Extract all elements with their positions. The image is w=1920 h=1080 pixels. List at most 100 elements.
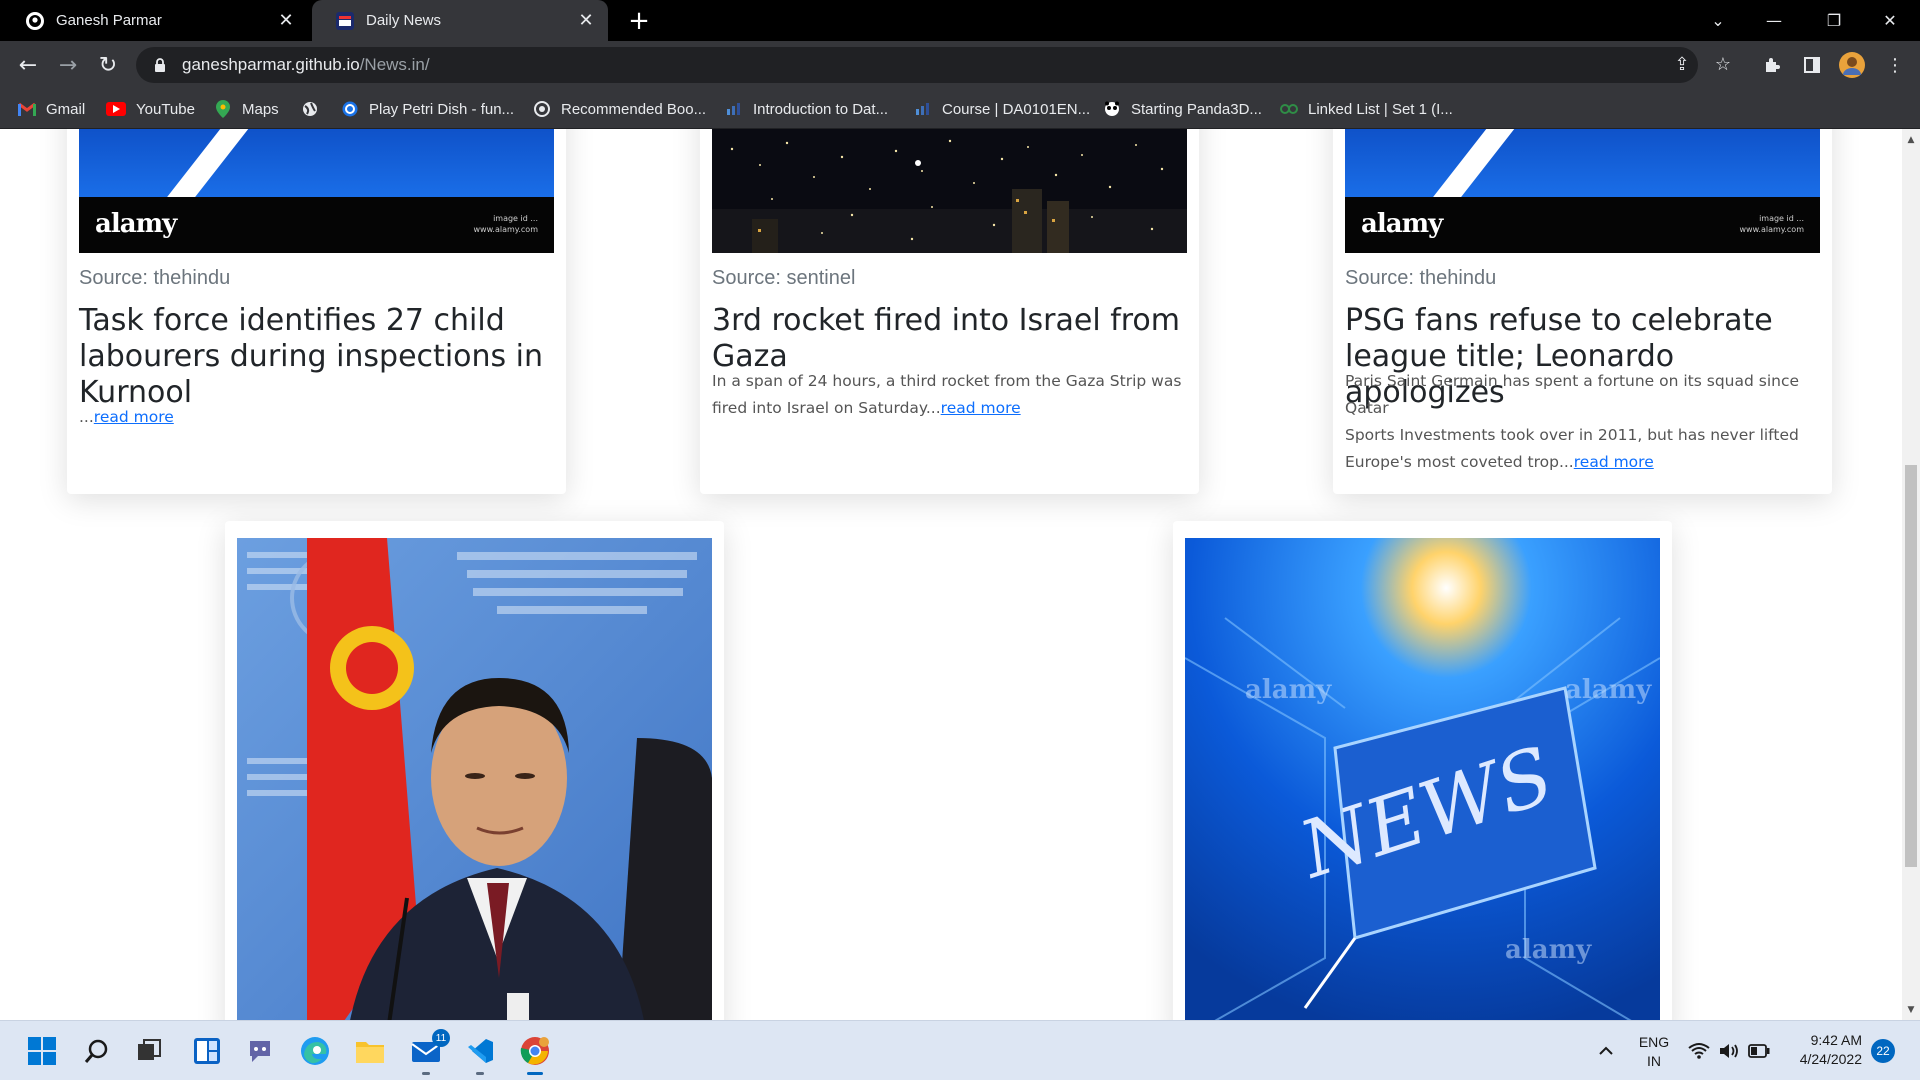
bookmark-maps[interactable]: Maps — [214, 89, 279, 129]
show-hidden-icons-chevron-icon[interactable] — [1592, 1031, 1620, 1071]
press-conference-photo — [237, 538, 712, 1020]
battery-icon[interactable] — [1744, 1031, 1774, 1071]
bookmark-recommended-books[interactable]: Recommended Boo... — [533, 89, 706, 129]
bookmark-linked-list[interactable]: Linked List | Set 1 (I... — [1280, 89, 1453, 129]
search-button[interactable] — [77, 1031, 117, 1071]
article-title[interactable]: 3rd rocket fired into Israel from Gaza — [712, 303, 1192, 375]
bookmark-youtube[interactable]: YouTube — [106, 89, 195, 129]
bookmark-label: Play Petri Dish - fun... — [369, 100, 515, 118]
bookmark-label: Recommended Boo... — [561, 100, 707, 118]
news-graphic: NEWS alamy alamy alamy — [1185, 538, 1660, 1020]
widgets-button[interactable] — [187, 1031, 227, 1071]
edge-button[interactable] — [295, 1031, 335, 1071]
bookmark-label: Gmail — [46, 100, 86, 118]
course-site-icon — [725, 101, 743, 117]
read-more-link[interactable]: read more — [941, 399, 1021, 417]
notification-badge[interactable]: 22 — [1871, 1039, 1895, 1063]
vscode-icon — [468, 1039, 493, 1063]
bookmark-globe[interactable] — [301, 89, 329, 129]
tab-search-icon[interactable]: ⌄ — [1690, 0, 1746, 41]
night-city-photo — [712, 129, 1187, 253]
tab-daily-news[interactable]: Daily News ✕ — [312, 0, 608, 41]
close-window-button[interactable]: ✕ — [1862, 0, 1918, 41]
globe-icon — [301, 101, 319, 117]
article-image — [712, 129, 1187, 253]
clock[interactable]: 9:42 AM 4/24/2022 — [1782, 1031, 1862, 1069]
bookmark-label: Course | DA0101EN... — [942, 100, 1091, 118]
new-tab-button[interactable]: + — [624, 6, 654, 36]
article-source: Source: thehindu — [79, 267, 231, 289]
tab-ganesh-parmar[interactable]: Ganesh Parmar ✕ — [0, 0, 308, 41]
share-icon[interactable]: ⇪ — [1667, 49, 1697, 79]
article-source: Source: sentinel — [712, 267, 856, 289]
page-viewport: alamy image id ... www.alamy.com Source: … — [0, 129, 1902, 1020]
address-bar[interactable]: ganeshparmar.github.io/News.in/ — [136, 47, 1698, 83]
bookmark-course-da0101en[interactable]: Course | DA0101EN... — [914, 89, 1090, 129]
minimize-button[interactable]: — — [1746, 0, 1802, 41]
volume-icon[interactable] — [1714, 1031, 1744, 1071]
article-image: alamy image id ... www.alamy.com — [79, 129, 554, 253]
bookmark-label: Introduction to Dat... — [753, 100, 889, 118]
read-more-link[interactable]: read more — [1574, 453, 1654, 471]
scroll-thumb[interactable] — [1905, 465, 1917, 867]
chat-icon — [250, 1041, 270, 1062]
alamy-caption: image id ... www.alamy.com — [473, 214, 538, 234]
article-image: alamy image id ... www.alamy.com — [1345, 129, 1820, 253]
teams-chat-button[interactable] — [240, 1031, 280, 1071]
reload-button[interactable]: ↻ — [92, 49, 124, 81]
vscode-button[interactable] — [460, 1031, 500, 1075]
start-button[interactable] — [22, 1031, 62, 1071]
chrome-icon — [520, 1037, 549, 1065]
bookmark-star-icon[interactable]: ☆ — [1708, 49, 1738, 79]
scroll-up-arrow-icon[interactable]: ▲ — [1906, 135, 1916, 145]
menu-kebab-icon[interactable]: ⋮ — [1880, 50, 1910, 80]
page-scrollbar[interactable]: ▲ ▼ — [1902, 129, 1920, 1020]
article-source: Source: thehindu — [1345, 267, 1497, 289]
close-icon[interactable]: ✕ — [274, 9, 298, 33]
maps-icon — [214, 100, 232, 118]
news-favicon-icon — [336, 11, 354, 30]
mail-badge: 11 — [432, 1029, 450, 1047]
edge-icon — [301, 1037, 329, 1065]
forward-button[interactable]: → — [52, 49, 84, 81]
gfg-icon — [1280, 101, 1298, 117]
alamy-logo: alamy — [1361, 209, 1443, 239]
scroll-down-arrow-icon[interactable]: ▼ — [1906, 1005, 1916, 1015]
bookmark-petri-dish[interactable]: Play Petri Dish - fun... — [341, 89, 514, 129]
mail-button[interactable]: 11 — [406, 1029, 450, 1075]
course-site-icon — [914, 101, 932, 117]
article-description: Paris Saint Germain has spent a fortune … — [1345, 372, 1800, 471]
language-indicator[interactable]: ENG IN — [1636, 1033, 1672, 1071]
petri-dish-icon — [341, 101, 359, 117]
panda-icon — [1103, 101, 1121, 117]
side-panel-icon[interactable] — [1797, 50, 1827, 80]
url-path: /News.in/ — [359, 55, 430, 74]
read-more-link[interactable]: read more — [94, 408, 174, 426]
article-image — [237, 538, 712, 1020]
bookmark-label: Linked List | Set 1 (I... — [1308, 100, 1453, 118]
file-explorer-button[interactable] — [350, 1031, 390, 1071]
bookmark-gmail[interactable]: Gmail — [18, 89, 85, 129]
close-icon[interactable]: ✕ — [574, 9, 598, 33]
lock-icon — [155, 58, 165, 72]
chrome-button[interactable] — [515, 1031, 555, 1075]
tab-title: Daily News — [366, 12, 442, 29]
back-button[interactable]: ← — [12, 49, 44, 81]
windows-logo-icon — [28, 1037, 56, 1065]
widgets-icon — [194, 1038, 220, 1064]
article-title[interactable]: Task force identifies 27 child labourers… — [79, 303, 559, 411]
gmail-icon — [18, 101, 36, 117]
book-site-icon — [533, 101, 551, 117]
bookmark-label: Starting Panda3D... — [1131, 100, 1262, 118]
bookmarks-bar: Gmail YouTube Maps Play Petri Dish - fun… — [0, 89, 1920, 129]
wifi-icon[interactable] — [1684, 1031, 1714, 1071]
tab-title: Ganesh Parmar — [56, 12, 162, 29]
bookmark-panda3d[interactable]: Starting Panda3D... — [1103, 89, 1262, 129]
news-card: alamy image id ... www.alamy.com Source: … — [67, 129, 566, 494]
bookmark-intro-data[interactable]: Introduction to Dat... — [725, 89, 888, 129]
article-description: In a span of 24 hours, a third rocket fr… — [712, 372, 1182, 417]
task-view-button[interactable] — [129, 1031, 169, 1071]
restore-button[interactable]: ❐ — [1806, 0, 1862, 41]
profile-avatar[interactable] — [1837, 50, 1867, 80]
extensions-icon[interactable] — [1757, 50, 1787, 80]
